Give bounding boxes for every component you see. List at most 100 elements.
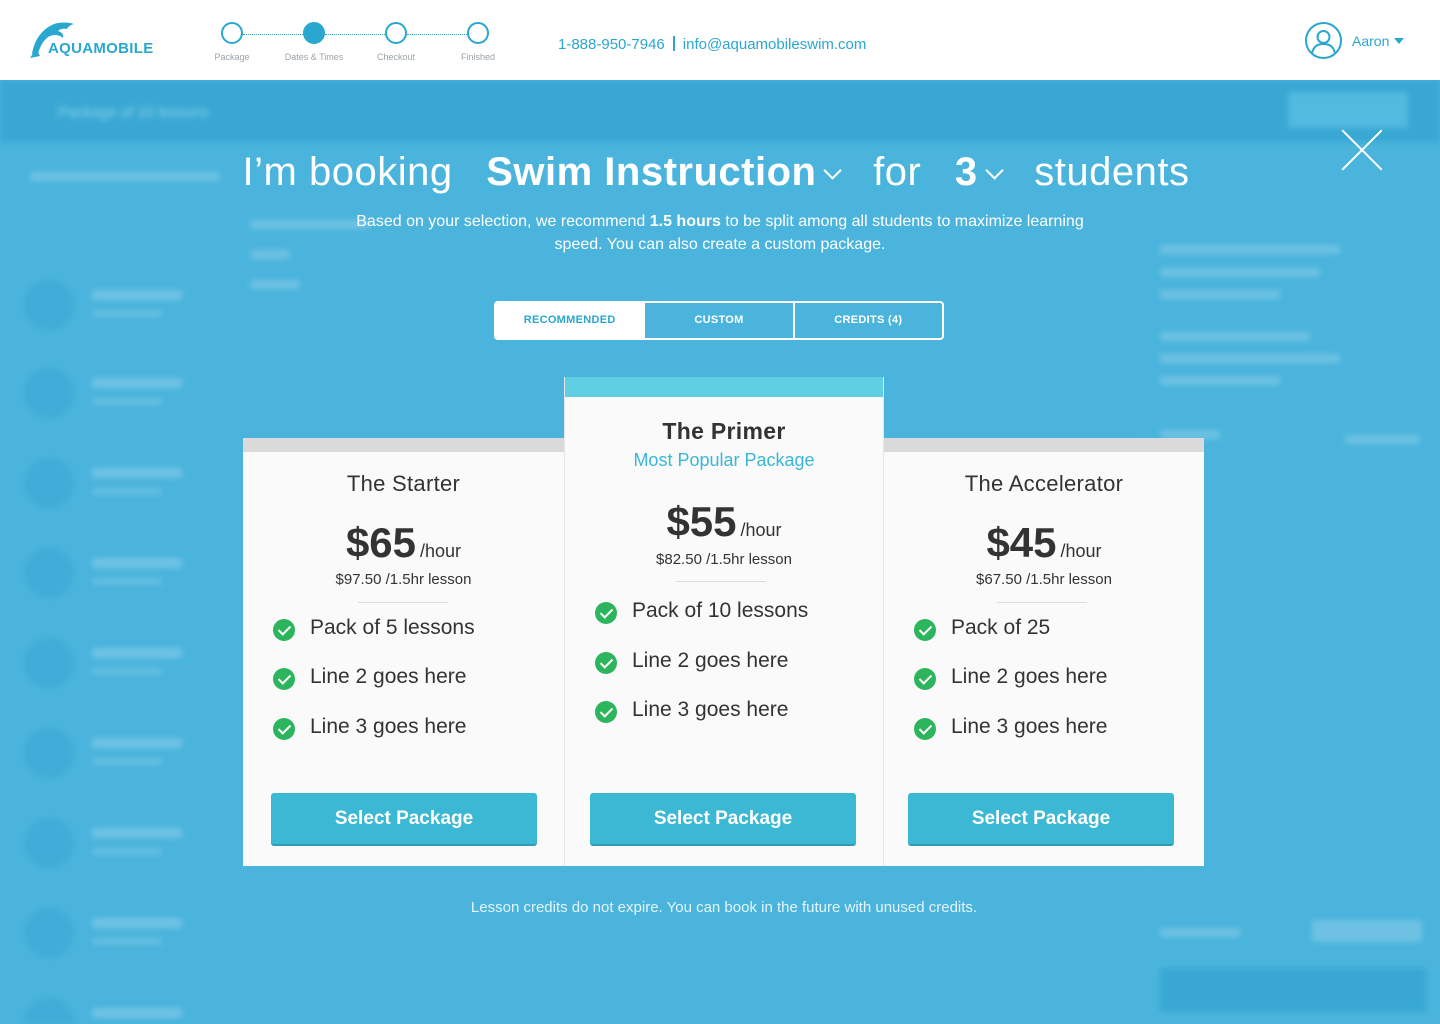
card-divider xyxy=(997,602,1087,603)
feature-text: Pack of 25 xyxy=(951,616,1051,639)
service-value: Swim Instruction xyxy=(486,150,817,194)
user-avatar-icon xyxy=(1305,22,1342,59)
select-package-button[interactable]: Select Package xyxy=(271,793,537,846)
email-link[interactable]: info@aquamobileswim.com xyxy=(683,36,867,53)
credits-footnote: Lesson credits do not expire. You can bo… xyxy=(470,899,978,916)
price-unit: /hour xyxy=(740,520,782,540)
check-circle-icon xyxy=(914,668,936,690)
card-top-bar xyxy=(884,438,1204,452)
background-checkout-button xyxy=(1160,968,1426,1012)
background-bar-button xyxy=(1288,92,1408,128)
price-amount: $65 xyxy=(345,519,417,566)
background-instructor-row xyxy=(24,728,204,788)
card-top-bar xyxy=(243,438,564,452)
feature-text: Line 3 goes here xyxy=(310,715,467,738)
background-instructor-row xyxy=(24,638,204,698)
lesson-price: $97.50 /1.5hr lesson xyxy=(335,571,472,588)
step-circle-icon xyxy=(385,22,407,44)
subline-text: Based on your selection, we recommend xyxy=(356,213,650,230)
tab-credits[interactable]: CREDITS (4) xyxy=(792,303,942,338)
background-line xyxy=(250,280,300,289)
step-finished[interactable]: Finished xyxy=(454,22,502,62)
lesson-price: $67.50 /1.5hr lesson xyxy=(976,571,1112,588)
lesson-price: $82.50 /1.5hr lesson xyxy=(656,551,792,568)
recommended-hours: 1.5 hours xyxy=(649,213,721,230)
step-label: Checkout xyxy=(376,52,416,62)
card-top-bar xyxy=(565,377,883,397)
step-circle-icon xyxy=(221,22,243,44)
recommendation-text: Based on your selection, we recommend 1.… xyxy=(340,210,1100,256)
step-dates-times[interactable]: Dates & Times xyxy=(285,22,343,62)
caret-down-icon xyxy=(1394,38,1404,44)
chevron-down-icon xyxy=(823,161,843,180)
check-circle-icon xyxy=(595,652,617,674)
background-instructor-row xyxy=(24,998,204,1024)
step-label: Finished xyxy=(460,52,496,62)
background-line xyxy=(1312,920,1422,942)
check-circle-icon xyxy=(914,619,936,641)
package-price: $55/hour xyxy=(565,498,883,546)
step-circle-icon xyxy=(467,22,489,44)
background-line xyxy=(1160,928,1240,937)
feature-text: Line 2 goes here xyxy=(632,649,789,672)
price-unit: /hour xyxy=(420,541,462,561)
background-line xyxy=(1160,332,1310,341)
select-package-button[interactable]: Select Package xyxy=(908,793,1174,846)
headline-prefix: I’m booking xyxy=(242,150,453,194)
popular-badge-text: Most Popular Package xyxy=(633,450,815,470)
check-circle-icon xyxy=(273,668,295,690)
select-package-button[interactable]: Select Package xyxy=(590,793,856,846)
background-instructor-row xyxy=(24,908,204,968)
user-menu[interactable]: Aaron xyxy=(1305,22,1415,59)
feature-text: Line 2 goes here xyxy=(951,665,1108,688)
background-instructor-row xyxy=(24,458,204,518)
background-line xyxy=(1160,354,1340,363)
background-instructor-row xyxy=(24,818,204,878)
student-count-value: 3 xyxy=(954,150,978,194)
package-title: The Primer xyxy=(662,418,786,444)
booking-headline: I’m booking Swim Instruction for 3 stude… xyxy=(0,150,1432,195)
card-divider xyxy=(676,581,766,582)
background-bar-text: Package of 10 lessons xyxy=(58,104,209,121)
package-title: The Accelerator xyxy=(964,471,1124,496)
background-package-bar: Package of 10 lessons xyxy=(0,80,1440,142)
price-amount: $45 xyxy=(986,519,1057,566)
package-card-primer: The Primer Most Popular Package $55/hour… xyxy=(564,377,884,866)
background-line xyxy=(1160,376,1280,385)
price-unit: /hour xyxy=(1060,541,1102,561)
check-circle-icon xyxy=(273,718,295,740)
contact-info: 1-888-950-7946 info@aquamobileswim.com xyxy=(558,36,866,53)
background-line xyxy=(1160,245,1340,254)
step-label: Dates & Times xyxy=(284,52,344,62)
background-instructor-row xyxy=(24,368,204,428)
step-circle-icon xyxy=(303,22,325,44)
headline-middle: for xyxy=(873,150,922,194)
background-line xyxy=(1160,290,1280,299)
contact-separator xyxy=(672,36,675,51)
logo-text: AQUAMOBILE xyxy=(48,40,154,57)
phone-link[interactable]: 1-888-950-7946 xyxy=(558,36,665,53)
check-circle-icon xyxy=(273,619,295,641)
student-count-selector[interactable]: 3 xyxy=(954,150,1004,195)
background-line xyxy=(1345,435,1420,444)
logo[interactable]: AQUAMOBILE xyxy=(28,18,168,62)
user-name: Aaron xyxy=(1352,33,1390,49)
feature-text: Pack of 5 lessons xyxy=(310,616,475,639)
package-title: The Starter xyxy=(346,471,461,496)
package-card-starter: The Starter $65/hour $97.50 /1.5hr lesso… xyxy=(243,438,564,866)
package-card-accelerator: The Accelerator $45/hour $67.50 /1.5hr l… xyxy=(884,438,1204,866)
headline-suffix: students xyxy=(1034,150,1190,194)
feature-text: Pack of 10 lessons xyxy=(632,599,809,622)
check-circle-icon xyxy=(595,701,617,723)
feature-text: Line 3 goes here xyxy=(951,715,1108,738)
background-instructor-row xyxy=(24,548,204,608)
feature-text: Line 2 goes here xyxy=(310,665,467,688)
step-package[interactable]: Package xyxy=(208,22,256,62)
service-selector[interactable]: Swim Instruction xyxy=(486,150,843,195)
top-navigation-bar: AQUAMOBILE Package Dates & Times Checkou… xyxy=(0,0,1440,80)
step-checkout[interactable]: Checkout xyxy=(372,22,420,62)
tab-custom[interactable]: CUSTOM xyxy=(643,303,792,338)
tab-recommended[interactable]: RECOMMENDED xyxy=(496,303,644,338)
package-price: $45/hour xyxy=(884,519,1204,567)
card-divider xyxy=(358,602,448,603)
